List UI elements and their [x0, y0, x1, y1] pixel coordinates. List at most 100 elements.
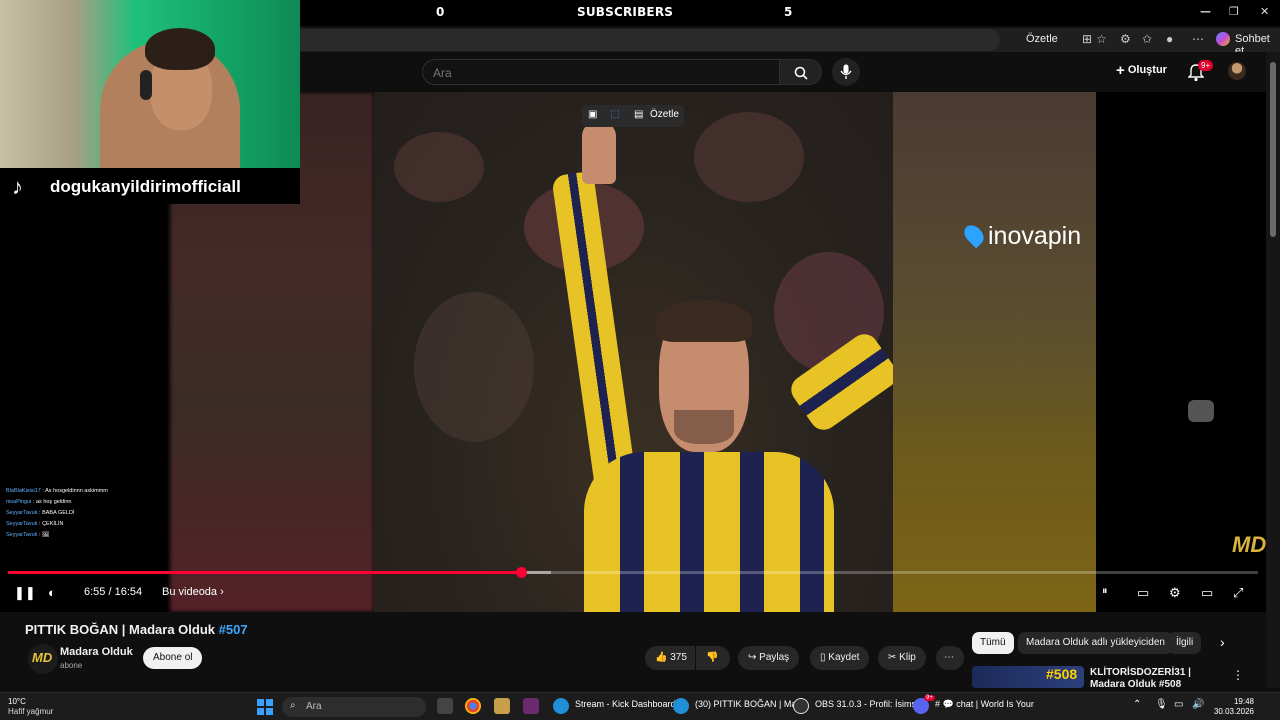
channel-name[interactable]: Madara Olduk: [60, 646, 133, 658]
system-clock[interactable]: 19:48 30.03.2026: [1212, 697, 1254, 717]
pause-icon[interactable]: ❚❚: [14, 585, 36, 601]
create-label: Oluştur: [1127, 64, 1167, 76]
page-scrollbar[interactable]: [1266, 52, 1280, 688]
share-button[interactable]: ↪ Paylaş: [738, 646, 800, 670]
tray-chevron-icon[interactable]: ⌃: [1133, 699, 1141, 710]
microphone-icon: [840, 64, 852, 79]
plus-icon: +: [1116, 62, 1125, 79]
extensions-icon[interactable]: ⚙: [1120, 32, 1131, 46]
search-box: [422, 59, 780, 85]
autoplay-toggle-icon[interactable]: ⏸: [1102, 585, 1108, 598]
subscribe-button[interactable]: Abone ol: [143, 647, 203, 669]
window-maximize-button[interactable]: ❐: [1229, 5, 1239, 18]
fullscreen-icon[interactable]: ⤢: [1233, 585, 1243, 601]
copilot-icon[interactable]: [1216, 32, 1230, 46]
browser-toolbar: Özetle ⊞ ☆ ⚙ ✩ ● ⋯ Sohbet et: [300, 28, 1280, 57]
chrome-icon[interactable]: [465, 698, 481, 714]
thumbs-up-icon: 👍: [655, 652, 668, 663]
start-button[interactable]: [257, 699, 273, 715]
tiktok-handle: dogukanyildirimofficiall: [50, 177, 241, 196]
progress-bar[interactable]: [8, 567, 1258, 578]
picture-in-picture-icon[interactable]: ▣: [588, 109, 597, 120]
subscriber-current-count: 0: [436, 5, 445, 19]
create-button[interactable]: + Oluştur: [1116, 62, 1167, 79]
recommended-thumbnail[interactable]: #508: [972, 666, 1084, 688]
subtitles-icon[interactable]: ▭: [1137, 585, 1149, 601]
notifications-badge: 9+: [1198, 60, 1214, 71]
select-icon[interactable]: ⬚: [610, 109, 619, 120]
search-button[interactable]: [780, 59, 822, 85]
summarize-icon[interactable]: ▤: [634, 109, 643, 120]
voice-search-button[interactable]: [832, 58, 860, 86]
search-icon: [794, 66, 808, 80]
scissors-icon: ✂: [888, 652, 897, 663]
taskbar-app-obs[interactable]: OBS 31.0.3 - Profil: İsims: [815, 699, 916, 709]
bookmark-icon: ▯: [820, 652, 826, 663]
window-minimize-button[interactable]: —: [1200, 5, 1211, 18]
screen: 0 SUBSCRIBERS 5 — ❐ ✕ Özetle ⊞ ☆ ⚙ ✩ ● ⋯…: [0, 0, 1280, 720]
chat-message: nisaPingui : as hoş geldinn: [6, 499, 72, 505]
taskbar-search[interactable]: ⌕ Ara: [282, 697, 426, 717]
weather-widget[interactable]: 10°C Hafif yağmur: [8, 697, 53, 717]
profile-icon[interactable]: ●: [1166, 32, 1173, 46]
notifications-button[interactable]: 9+: [1188, 60, 1214, 84]
clip-button[interactable]: ✂ Klip: [878, 646, 926, 670]
video-hashtag[interactable]: #507: [219, 622, 248, 637]
video-frame: [374, 92, 893, 612]
account-avatar[interactable]: [1228, 62, 1246, 80]
scrollbar-thumb[interactable]: [1270, 62, 1276, 237]
youtube-header: + Oluştur 9+: [300, 52, 1266, 92]
settings-gear-icon[interactable]: ⚙: [1169, 585, 1181, 601]
video-details: PITTIK BOĞAN | Madara Olduk #507 MD Mada…: [0, 612, 1266, 691]
taskbar-app-kick[interactable]: Stream - Kick Dashboard: [575, 699, 676, 709]
save-button[interactable]: ▯ Kaydet: [810, 646, 870, 670]
edge-icon[interactable]: [673, 698, 689, 714]
taskbar-app-discord[interactable]: # 💬 chat | World Is Your: [935, 699, 1034, 710]
search-input[interactable]: [433, 66, 753, 80]
monitor-icon[interactable]: ▭: [1174, 699, 1183, 710]
volume-icon[interactable]: ◐: [48, 585, 56, 600]
chapter-button[interactable]: Bu videoda ›: [162, 586, 224, 598]
window-close-button[interactable]: ✕: [1260, 5, 1269, 18]
channel-avatar[interactable]: MD: [28, 644, 58, 674]
visual-studio-icon[interactable]: [523, 698, 539, 714]
webcam-overlay: [0, 0, 300, 168]
edge-icon[interactable]: [553, 698, 569, 714]
overlay-summarize-button[interactable]: Özetle: [650, 109, 679, 120]
thumbs-down-icon: 👎: [706, 652, 719, 663]
dislike-button[interactable]: 👎: [696, 646, 730, 670]
sponsor-logo-text: inovapin: [988, 222, 1082, 250]
like-button[interactable]: 👍 375: [645, 646, 695, 670]
chip-from-uploader[interactable]: Madara Olduk adlı yükleyiciden: [1018, 632, 1173, 654]
subscriber-goal-bar: 0 SUBSCRIBERS 5 — ❐ ✕: [300, 0, 1280, 26]
subscriber-goal-count: 5: [784, 5, 793, 19]
taskbar: 10°C Hafif yağmur ⌕ Ara Stream - Kick Da…: [0, 692, 1280, 720]
taskbar-app-youtube[interactable]: (30) PITTIK BOĞAN | Ma: [695, 699, 796, 709]
file-explorer-icon[interactable]: [494, 698, 510, 714]
chevron-right-icon[interactable]: ›: [1220, 634, 1225, 650]
task-view-icon[interactable]: [437, 698, 453, 714]
search-icon: ⌕: [290, 700, 296, 711]
theater-mode-icon[interactable]: ▭: [1201, 585, 1213, 601]
split-screen-icon[interactable]: ⊞: [1082, 32, 1092, 46]
chip-related[interactable]: İlgili: [1168, 632, 1202, 654]
address-bar[interactable]: [300, 29, 1000, 51]
scrubber-handle[interactable]: [515, 567, 527, 578]
favorites-icon[interactable]: ✩: [1142, 32, 1152, 46]
chat-message: SeyyarTavuk : ÇEKİLİN: [6, 521, 64, 527]
obs-icon[interactable]: [793, 698, 809, 714]
favorite-star-icon[interactable]: ☆: [1096, 32, 1107, 46]
browser-summarize-button[interactable]: Özetle: [1026, 33, 1058, 45]
video-overlay-toolbar: ▣ ⬚ ▤ Özetle: [582, 105, 684, 127]
speaker-icon[interactable]: 🔊: [1192, 699, 1204, 710]
tiktok-banner: ♪ dogukanyildirimofficiall: [0, 168, 300, 204]
recommended-menu-icon[interactable]: ⋮: [1232, 668, 1244, 682]
more-options-icon[interactable]: ⋯: [1192, 32, 1204, 46]
recommended-title[interactable]: KLİTORİSDOZERİ31 | Madara Olduk #508: [1090, 667, 1220, 691]
played-fill: [8, 571, 521, 574]
sponsor-logo: inovapin: [960, 221, 1082, 251]
chip-all[interactable]: Tümü: [972, 632, 1014, 654]
more-actions-button[interactable]: ⋯: [936, 646, 964, 670]
channel-watermark: MD: [1232, 532, 1266, 557]
microphone-icon[interactable]: 🎙: [1155, 699, 1168, 710]
